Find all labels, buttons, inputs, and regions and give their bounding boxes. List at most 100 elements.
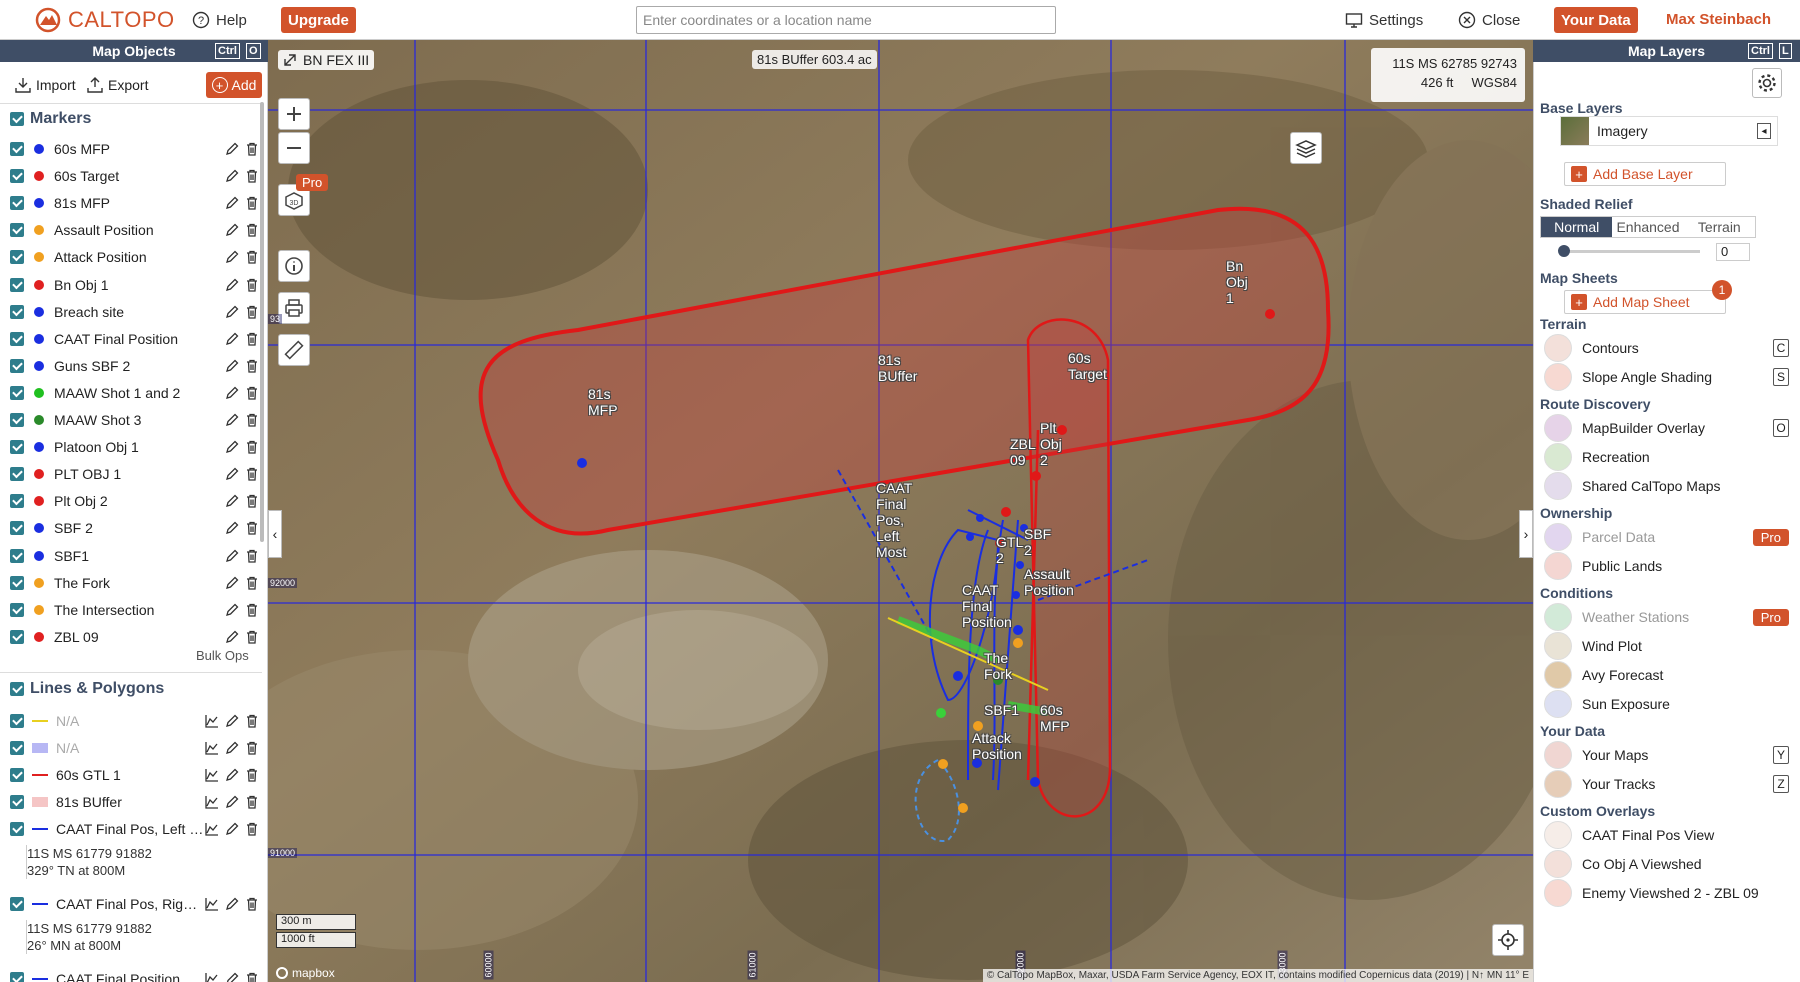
map-label-the-fork[interactable]: The Fork (984, 650, 1012, 682)
layers-button[interactable] (1290, 132, 1322, 164)
upgrade-button[interactable]: Upgrade (281, 7, 356, 33)
line-checkbox[interactable] (10, 741, 24, 755)
bulk-ops-link[interactable]: Bulk Ops (196, 648, 249, 663)
line-row[interactable]: N/A (10, 735, 260, 761)
map-label-bn-obj-1[interactable]: Bn Obj 1 (1226, 258, 1248, 306)
custom-overlay-item[interactable]: Enemy Viewshed 2 - ZBL 09 (1544, 879, 1789, 907)
marker-checkbox[interactable] (10, 358, 24, 373)
user-name[interactable]: Max Steinbach (1666, 11, 1771, 28)
edit-icon[interactable] (224, 168, 240, 184)
edit-icon[interactable] (224, 520, 240, 536)
edit-icon[interactable] (224, 602, 240, 618)
marker-checkbox[interactable] (10, 440, 24, 455)
collapse-left-panel[interactable]: ‹ (268, 510, 282, 558)
relief-mode-enhanced[interactable]: Enhanced (1612, 217, 1683, 237)
marker-row[interactable]: Bn Obj 1 (10, 272, 260, 298)
route-layer-item[interactable]: Recreation (1544, 443, 1789, 471)
map-view[interactable]: BN FEX III 81s BUffer 603.4 ac 11S MS 62… (268, 40, 1533, 982)
custom-overlay-item[interactable]: Co Obj A Viewshed (1544, 850, 1789, 878)
edit-icon[interactable] (224, 466, 240, 482)
map-label-60s-mfp[interactable]: 60s MFP (1040, 702, 1070, 734)
locate-button[interactable] (1492, 924, 1524, 956)
trash-icon[interactable] (244, 740, 260, 756)
base-layer-select[interactable]: Imagery ◂ (1560, 116, 1778, 146)
conditions-layer-item[interactable]: Weather Stations Pro (1544, 603, 1789, 631)
mapbox-logo[interactable]: mapbox (276, 966, 335, 980)
marker-row[interactable]: The Intersection (10, 597, 260, 623)
markers-checkbox[interactable] (10, 112, 24, 126)
line-row[interactable]: N/A (10, 708, 260, 734)
trash-icon[interactable] (244, 520, 260, 536)
edit-icon[interactable] (224, 222, 240, 238)
edit-icon[interactable] (224, 767, 240, 783)
relief-mode-terrain[interactable]: Terrain (1684, 217, 1755, 237)
info-button[interactable] (278, 250, 310, 282)
map-label-plt-obj-2[interactable]: Plt Obj 2 (1040, 420, 1062, 468)
lines-checkbox[interactable] (10, 682, 24, 696)
help-button[interactable]: ? Help (192, 9, 247, 31)
your-data-button[interactable]: Your Data (1554, 7, 1638, 33)
terrain-layer-item[interactable]: Contours C (1544, 334, 1789, 362)
profile-icon[interactable] (204, 971, 220, 982)
profile-icon[interactable] (204, 767, 220, 783)
your-data-layer-item[interactable]: Your Maps Y (1544, 741, 1789, 769)
edit-icon[interactable] (224, 794, 240, 810)
edit-icon[interactable] (224, 331, 240, 347)
edit-icon[interactable] (224, 821, 240, 837)
trash-icon[interactable] (244, 493, 260, 509)
marker-checkbox[interactable] (10, 277, 24, 292)
trash-icon[interactable] (244, 896, 260, 912)
marker-row[interactable]: Attack Position (10, 244, 260, 270)
route-layer-item[interactable]: MapBuilder Overlay O (1544, 414, 1789, 442)
map-label-sbf1[interactable]: SBF1 (984, 702, 1019, 718)
edit-icon[interactable] (224, 548, 240, 564)
trash-icon[interactable] (244, 794, 260, 810)
trash-icon[interactable] (244, 767, 260, 783)
line-checkbox[interactable] (10, 714, 24, 728)
marker-checkbox[interactable] (10, 385, 24, 400)
trash-icon[interactable] (244, 331, 260, 347)
print-button[interactable] (278, 292, 310, 324)
trash-icon[interactable] (244, 277, 260, 293)
measure-button[interactable] (278, 334, 310, 366)
trash-icon[interactable] (244, 195, 260, 211)
map-label-60s-target[interactable]: 60s Target (1068, 350, 1107, 382)
lines-section-title[interactable]: Lines & Polygons (10, 680, 164, 698)
import-button[interactable]: Import (14, 76, 76, 94)
marker-checkbox[interactable] (10, 521, 24, 536)
collapse-right-panel[interactable]: › (1519, 510, 1533, 558)
map-attribution[interactable]: © CalTopo MapBox, Maxar, USDA Farm Servi… (982, 969, 1533, 982)
trash-icon[interactable] (244, 141, 260, 157)
close-button[interactable]: Close (1458, 9, 1520, 31)
layer-settings-button[interactable] (1752, 68, 1782, 98)
add-base-layer-button[interactable]: + Add Base Layer (1564, 162, 1726, 186)
edit-icon[interactable] (224, 385, 240, 401)
map-name-button[interactable]: BN FEX III (278, 50, 375, 70)
trash-icon[interactable] (244, 304, 260, 320)
trash-icon[interactable] (244, 971, 260, 982)
ownership-layer-item[interactable]: Parcel Data Pro (1544, 523, 1789, 551)
marker-checkbox[interactable] (10, 169, 24, 184)
line-checkbox[interactable] (10, 822, 24, 836)
map-label-attack-position[interactable]: Attack Position (972, 730, 1022, 762)
relief-value-input[interactable]: 0 (1716, 243, 1750, 261)
marker-row[interactable]: 60s Target (10, 163, 260, 189)
route-layer-item[interactable]: Shared CalTopo Maps (1544, 472, 1789, 500)
trash-icon[interactable] (244, 602, 260, 618)
marker-checkbox[interactable] (10, 196, 24, 211)
marker-checkbox[interactable] (10, 304, 24, 319)
relief-slider-handle[interactable] (1558, 245, 1570, 257)
trash-icon[interactable] (244, 629, 260, 645)
marker-checkbox[interactable] (10, 575, 24, 590)
map-label-81s-mfp[interactable]: 81s MFP (588, 386, 618, 418)
map-label-caat-final[interactable]: CAAT Final Position (962, 582, 1012, 630)
marker-row[interactable]: Plt Obj 2 (10, 488, 260, 514)
marker-row[interactable]: MAAW Shot 1 and 2 (10, 380, 260, 406)
marker-checkbox[interactable] (10, 494, 24, 509)
layer-options-icon[interactable]: ◂ (1757, 123, 1771, 139)
edit-icon[interactable] (224, 358, 240, 374)
add-map-sheet-button[interactable]: + Add Map Sheet (1564, 290, 1726, 314)
marker-row[interactable]: Breach site (10, 299, 260, 325)
trash-icon[interactable] (244, 249, 260, 265)
line-checkbox[interactable] (10, 972, 24, 982)
